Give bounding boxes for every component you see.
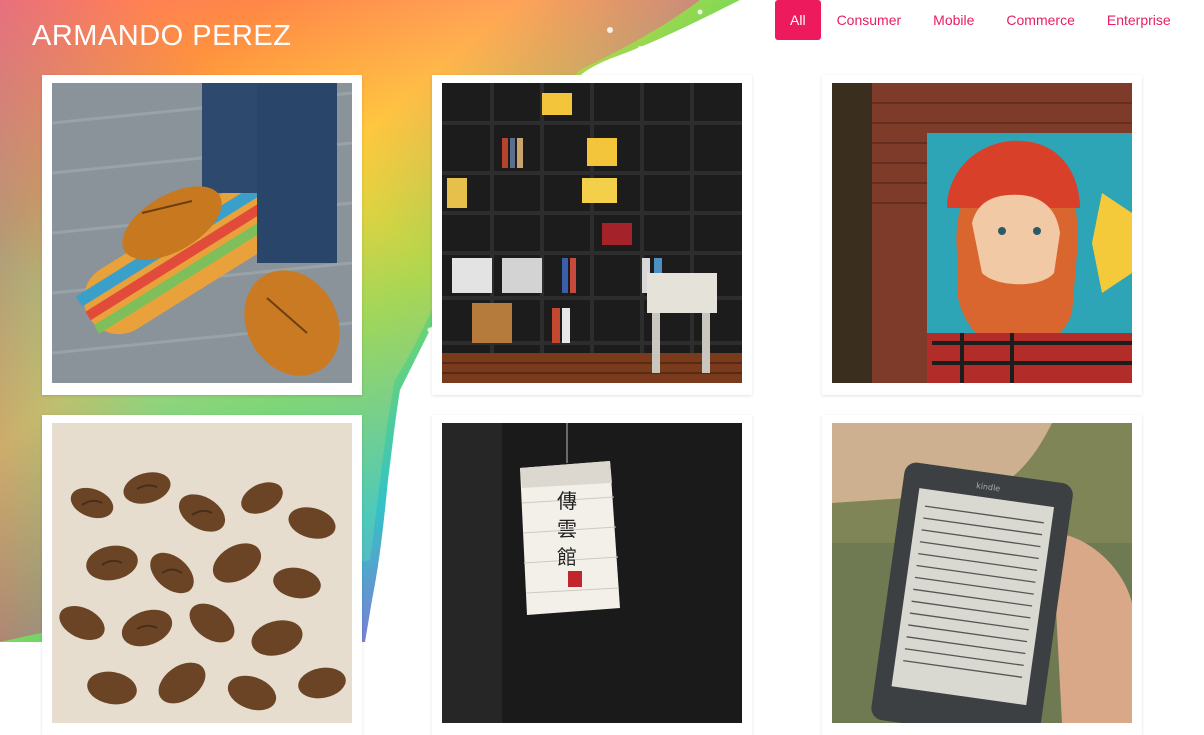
portfolio-card-bookshelf[interactable] bbox=[432, 75, 752, 395]
portfolio-card-skateboard[interactable] bbox=[42, 75, 362, 395]
lantern-char-1: 傳 bbox=[557, 489, 577, 513]
portfolio-card-ereader[interactable]: kindle bbox=[822, 415, 1142, 735]
filter-enterprise[interactable]: Enterprise bbox=[1091, 0, 1187, 40]
bookshelf-photo[interactable] bbox=[442, 83, 742, 383]
portfolio-card-lantern[interactable]: 傳 雲 館 bbox=[432, 415, 752, 735]
filter-mobile[interactable]: Mobile bbox=[917, 0, 990, 40]
skateboard-shoes-photo[interactable] bbox=[52, 83, 352, 383]
portfolio-card-coffee[interactable] bbox=[42, 415, 362, 735]
portfolio-card-mural[interactable] bbox=[822, 75, 1142, 395]
site-brand-title[interactable]: ARMANDO PEREZ bbox=[32, 20, 291, 53]
lantern-char-3: 館 bbox=[557, 545, 577, 569]
category-filter-nav: All Consumer Mobile Commerce Enterprise bbox=[775, 0, 1187, 40]
e-reader-photo[interactable]: kindle bbox=[832, 423, 1132, 723]
mural-photo[interactable] bbox=[832, 83, 1132, 383]
coffee-beans-photo[interactable] bbox=[52, 423, 352, 723]
filter-consumer[interactable]: Consumer bbox=[821, 0, 918, 40]
paper-lantern-photo[interactable]: 傳 雲 館 bbox=[442, 423, 742, 723]
filter-commerce[interactable]: Commerce bbox=[990, 0, 1090, 40]
filter-all[interactable]: All bbox=[775, 0, 821, 40]
lantern-char-2: 雲 bbox=[557, 517, 577, 541]
